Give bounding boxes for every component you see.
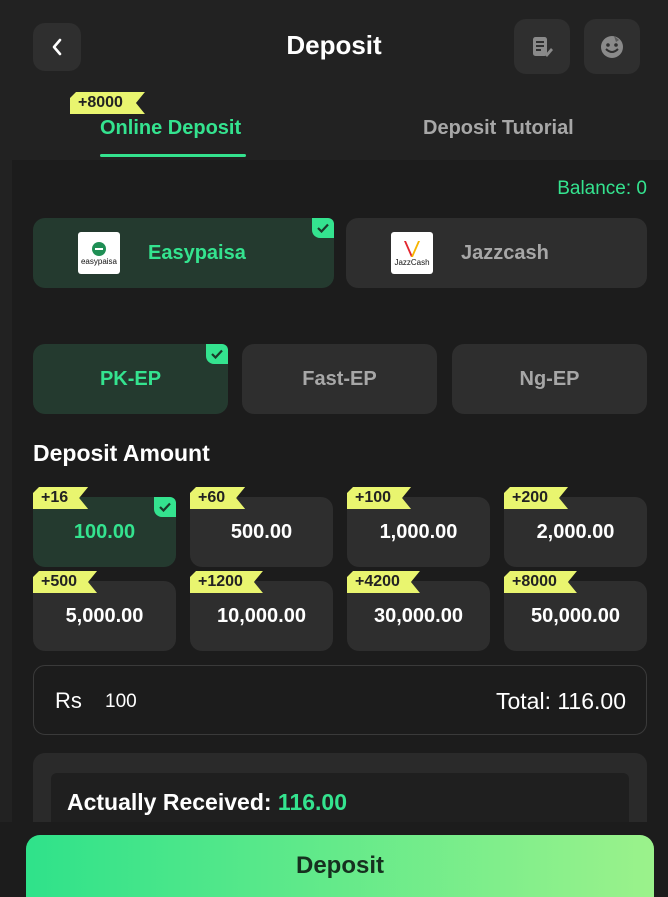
channel-fast-ep[interactable]: Fast-EP [242,344,437,414]
customer-service-button[interactable] [584,19,640,74]
amount-option-10000[interactable]: +1200 10,000.00 [190,581,333,651]
header: Deposit [0,0,668,95]
amount-bonus-tag: +200 [504,487,568,509]
channel-label: Ng-EP [519,367,580,390]
active-tab-indicator [100,154,246,157]
amount-bonus-tag: +500 [33,571,97,593]
amount-option-50000[interactable]: +8000 50,000.00 [504,581,647,651]
amount-bonus-tag: +60 [190,487,245,509]
method-easypaisa[interactable]: easypaisa Easypaisa [33,218,334,288]
easypaisa-logo-text: easypaisa [80,256,118,266]
amount-bonus-tag: +100 [347,487,411,509]
channel-pk-ep[interactable]: PK-EP [33,344,228,414]
amount-value: 50,000.00 [531,604,620,627]
deposit-record-button[interactable] [514,19,570,74]
received-label: Actually Received: [67,789,272,815]
amount-bonus-tag: +1200 [190,571,263,593]
jazzcash-logo: JazzCash [391,232,433,274]
tab-bar: +8000 Online Deposit Deposit Tutorial [0,90,668,160]
deposit-button[interactable]: Deposit [26,835,654,897]
amount-option-30000[interactable]: +4200 30,000.00 [347,581,490,651]
jazzcash-logo-text: JazzCash [394,257,430,267]
tab-online-deposit[interactable]: Online Deposit [100,117,241,140]
received-label-row: Actually Received: 116.00 [67,789,347,816]
amount-value: 500.00 [230,520,293,543]
amount-value: 100.00 [73,520,136,543]
amount-bonus-tag: +8000 [504,571,577,593]
total-text: Total: 116.00 [495,688,626,714]
amount-value: 2,000.00 [536,520,615,543]
channel-label: PK-EP [99,367,162,390]
amount-value: 10,000.00 [217,604,306,627]
channel-ng-ep[interactable]: Ng-EP [452,344,647,414]
amount-option-1000[interactable]: +100 1,000.00 [347,497,490,567]
amount-value: 1,000.00 [379,520,458,543]
easypaisa-logo: easypaisa [78,232,120,274]
amount-option-500[interactable]: +60 500.00 [190,497,333,567]
balance-text: Balance: 0 [557,178,647,199]
selected-check-icon [206,344,228,364]
amount-value: 5,000.00 [65,604,144,627]
amount-option-5000[interactable]: +500 5,000.00 [33,581,176,651]
currency-label: Rs [55,688,82,713]
received-value: 116.00 [277,789,348,815]
method-name: Easypaisa [148,242,246,264]
online-bonus-tag: +8000 [70,92,145,114]
method-jazzcash[interactable]: JazzCash Jazzcash [346,218,647,288]
channel-label: Fast-EP [302,367,377,390]
deposit-amount-title: Deposit Amount [33,440,210,466]
tab-deposit-tutorial[interactable]: Deposit Tutorial [423,117,574,140]
emoji-face-icon [601,35,623,58]
jazzcash-mark-icon [404,240,420,257]
method-name: Jazzcash [461,242,549,264]
selected-check-icon [154,497,176,517]
selected-check-icon [312,218,334,238]
amount-input-field[interactable]: Rs 100 Total: 116.00 [33,665,647,735]
amount-bonus-tag: +16 [33,487,88,509]
document-edit-icon [533,36,553,57]
amount-value: 30,000.00 [374,604,463,627]
amount-option-100[interactable]: +16 100.00 [33,497,176,567]
amount-bonus-tag: +4200 [347,571,420,593]
easypaisa-mark-icon [92,241,106,256]
amount-input-value[interactable]: 100 [105,691,137,713]
amount-option-2000[interactable]: +200 2,000.00 [504,497,647,567]
